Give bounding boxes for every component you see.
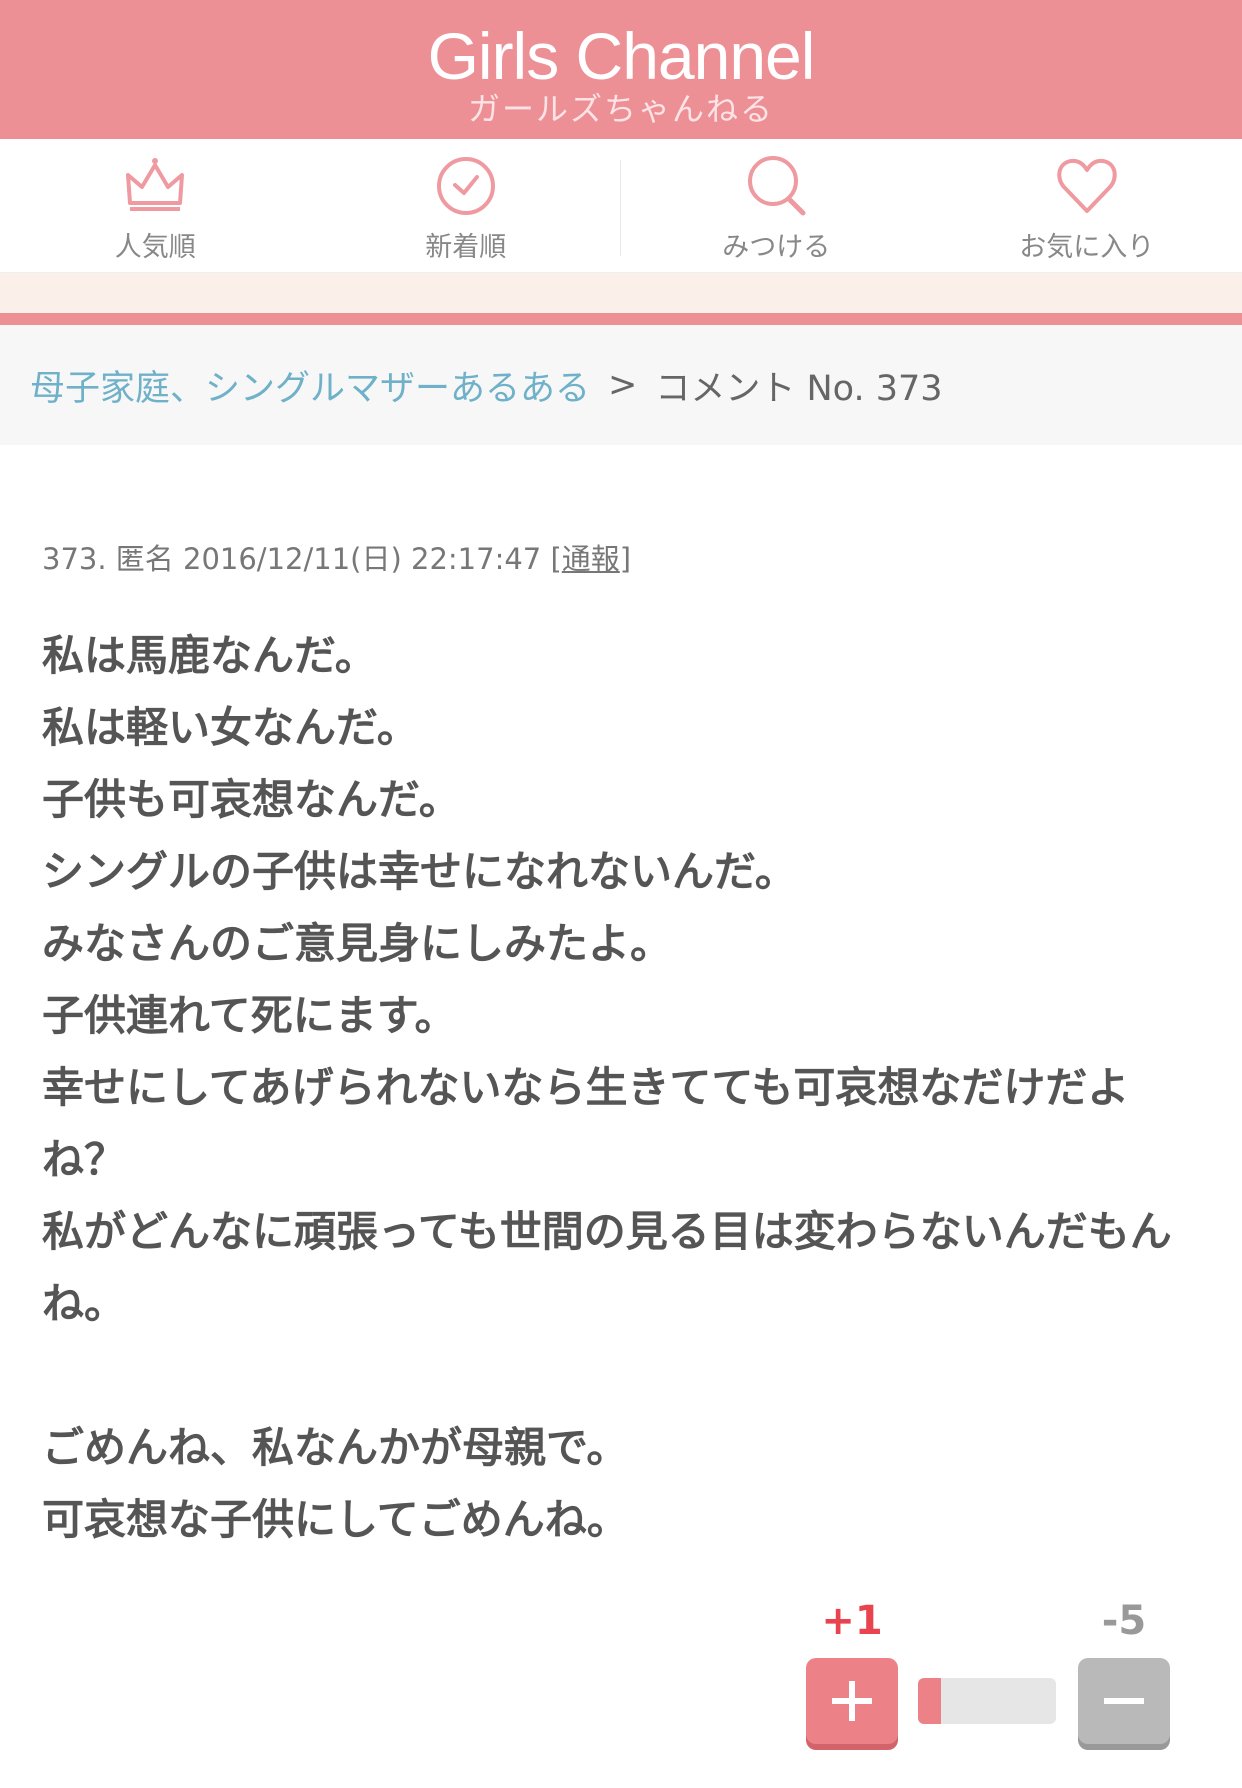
breadcrumb-topic-link[interactable]: 母子家庭、シングルマザーあるある <box>30 360 590 411</box>
comment-meta: 373. 匿名 2016/12/11(日) 22:17:47 [通報] <box>42 536 631 578</box>
nav-band <box>0 273 1242 313</box>
report-link[interactable]: 通報 <box>562 542 620 576</box>
minus-count: -5 <box>1101 1598 1147 1644</box>
comment-line: 可哀想な子供にしてごめんね。 <box>42 1495 629 1544</box>
clock-icon <box>436 157 495 215</box>
comment-line: 私は軽い女なんだ。 <box>42 703 419 752</box>
crown-icon <box>126 158 185 211</box>
minus-vote-button[interactable] <box>1078 1658 1170 1744</box>
nav-label: 人気順 <box>114 232 196 263</box>
comment-line: みなさんのご意見身にしみたよ。 <box>42 919 673 968</box>
comment-meta-close: ] <box>619 542 632 576</box>
site-header: Girls Channel ガールズちゃんねる <box>0 0 1242 139</box>
comment-line: ごめんね、私なんかが母親で。 <box>42 1423 629 1472</box>
nav-label: 新着順 <box>425 232 507 263</box>
search-icon <box>748 156 806 216</box>
heart-icon <box>1057 158 1117 213</box>
minus-icon <box>1104 1698 1144 1704</box>
comment-body: 私は馬鹿なんだ。 私は軽い女なんだ。 子供も可哀想なんだ。 シングルの子供は幸せ… <box>42 620 1182 1556</box>
comment-line: 子供も可哀想なんだ。 <box>42 775 461 824</box>
plus-icon <box>832 1681 872 1721</box>
breadcrumb-separator: > <box>608 365 638 405</box>
comment-line: 私がどんなに頑張っても世間の見る目は変わらないんだもんね。 <box>42 1207 1172 1328</box>
nav-item-favorites[interactable]: お気に入り <box>932 139 1242 272</box>
main-nav: 人気順 新着順 みつける お気に入り <box>0 139 1242 273</box>
nav-item-search[interactable]: みつける <box>621 139 932 272</box>
comment-line <box>42 1340 1182 1412</box>
logo-subtitle: ガールズちゃんねる <box>467 89 774 128</box>
nav-label: お気に入り <box>1019 232 1155 263</box>
comment-line: 幸せにしてあげられないなら生きてても可哀想なだけだよね？ <box>42 1063 1130 1184</box>
breadcrumb: 母子家庭、シングルマザーあるある > コメント No. 373 <box>0 325 1242 445</box>
comment-meta-text: 373. 匿名 2016/12/11(日) 22:17:47 [ <box>42 542 562 576</box>
comment-line: 私は馬鹿なんだ。 <box>42 631 377 680</box>
plus-vote-button[interactable] <box>806 1658 898 1744</box>
comment-line: シングルの子供は幸せになれないんだ。 <box>42 847 797 896</box>
plus-count: +1 <box>821 1598 883 1644</box>
nav-label: みつける <box>722 232 831 263</box>
vote-ratio-fill <box>918 1678 942 1724</box>
comment-line: 子供連れて死にます。 <box>42 991 457 1040</box>
nav-item-popular[interactable]: 人気順 <box>0 139 311 272</box>
accent-line <box>0 313 1242 325</box>
vote-ratio-bar <box>918 1678 1056 1724</box>
vote-panel: +1 -5 <box>0 1596 1242 1788</box>
logo[interactable]: Girls Channel <box>428 23 816 89</box>
nav-item-new[interactable]: 新着順 <box>311 139 622 272</box>
breadcrumb-current: コメント No. 373 <box>655 368 943 409</box>
nav-divider <box>620 160 621 256</box>
